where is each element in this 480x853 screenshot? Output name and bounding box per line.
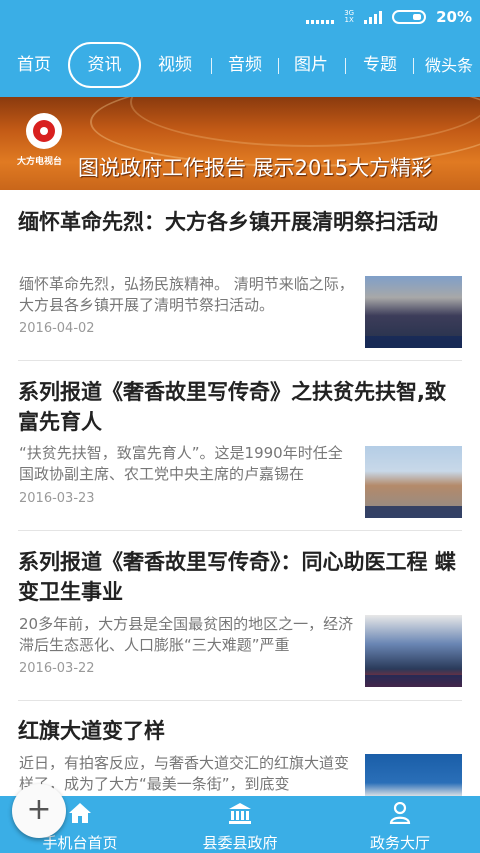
article-summary: 20多年前，大方县是全国最贫困的地区之一，经济滞后生态恶化、人口膨胀“三大难题”… [19, 615, 354, 654]
bottom-tab-bar: 手机台首页 县委县政府 政务大厅 [0, 796, 480, 853]
article-thumbnail [365, 615, 462, 687]
cell-signal-icon [364, 10, 383, 24]
banner-title: 图说政府工作报告 展示2015大方精彩 [78, 156, 433, 180]
nav-separator [345, 58, 346, 74]
station-logo-icon [26, 113, 62, 149]
article-title: 系列报道《奢香故里写传奇》：同心助医工程 蝶变卫生事业 [18, 550, 456, 604]
nav-tab-audio[interactable]: 音频 [220, 34, 270, 97]
banner-station-name: 大方电视台 [17, 157, 63, 167]
nav-tab-microheadlines[interactable]: 微头条 [418, 34, 480, 97]
nav-separator [211, 58, 212, 74]
article-date: 2016-04-02 [19, 321, 95, 336]
battery-icon [392, 10, 427, 24]
tab-county-government[interactable]: 县委县政府 [160, 796, 320, 853]
network-type-label: 3G 1X [344, 10, 354, 24]
home-icon [69, 803, 91, 823]
nav-tab-home[interactable]: 首页 [8, 34, 60, 97]
network-type-bottom: 1X [344, 16, 354, 24]
article-thumbnail [365, 276, 462, 348]
news-list-item[interactable]: 红旗大道变了样 近日，有拍客反应，与奢香大道交汇的红旗大道变样了，成为了大方“最… [0, 700, 480, 826]
tab-label: 政务大厅 [369, 834, 430, 852]
person-icon [389, 802, 411, 824]
article-summary: 近日，有拍客反应，与奢香大道交汇的红旗大道变样了，成为了大方“最美一条街”，到底… [19, 754, 350, 793]
article-title: 缅怀革命先烈：大方各乡镇开展清明祭扫活动 [18, 210, 438, 234]
tab-label: 县委县政府 [202, 834, 278, 852]
nav-separator [413, 58, 414, 74]
news-list-item[interactable]: 系列报道《奢香故里写传奇》：同心助医工程 蝶变卫生事业 20多年前，大方县是全国… [0, 530, 480, 700]
article-date: 2016-03-23 [19, 491, 95, 506]
article-summary: 缅怀革命先烈，弘扬民族精神。 清明节来临之际，大方县各乡镇开展了清明节祭扫活动。 [19, 275, 354, 314]
status-indicators: 3G 1X 20% [306, 7, 472, 27]
featured-banner[interactable]: 大方电视台 图说政府工作报告 展示2015大方精彩 [0, 97, 480, 190]
battery-percent: 20% [436, 8, 472, 26]
category-nav: 首页 资讯 视频 音频 图片 专题 微头条 [0, 34, 480, 97]
article-summary: “扶贫先扶智，致富先育人”。这是1990年时任全国政协副主席、农工党中央主席的卢… [19, 444, 343, 483]
tab-government-hall[interactable]: 政务大厅 [320, 796, 480, 853]
government-building-icon [229, 803, 251, 824]
status-bar: 3G 1X 20% [0, 0, 480, 34]
news-list-item[interactable]: 缅怀革命先烈：大方各乡镇开展清明祭扫活动 缅怀革命先烈，弘扬民族精神。 清明节来… [0, 190, 480, 360]
signal-strength-icon [306, 10, 335, 24]
news-list-item[interactable]: 系列报道《奢香故里写传奇》之扶贫先扶智,致富先育人 “扶贫先扶智，致富先育人”。… [0, 360, 480, 530]
add-button[interactable]: + [12, 784, 66, 838]
article-date: 2016-03-22 [19, 661, 95, 676]
article-title: 红旗大道变了样 [18, 719, 165, 743]
nav-tab-video[interactable]: 视频 [150, 34, 200, 97]
nav-tab-news[interactable]: 资讯 [68, 42, 141, 88]
nav-tab-pictures[interactable]: 图片 [286, 34, 336, 97]
article-thumbnail [365, 446, 462, 518]
nav-separator [278, 58, 279, 74]
tab-label: 手机台首页 [42, 834, 118, 852]
nav-tab-topics[interactable]: 专题 [355, 34, 405, 97]
article-title: 系列报道《奢香故里写传奇》之扶贫先扶智,致富先育人 [18, 380, 446, 434]
